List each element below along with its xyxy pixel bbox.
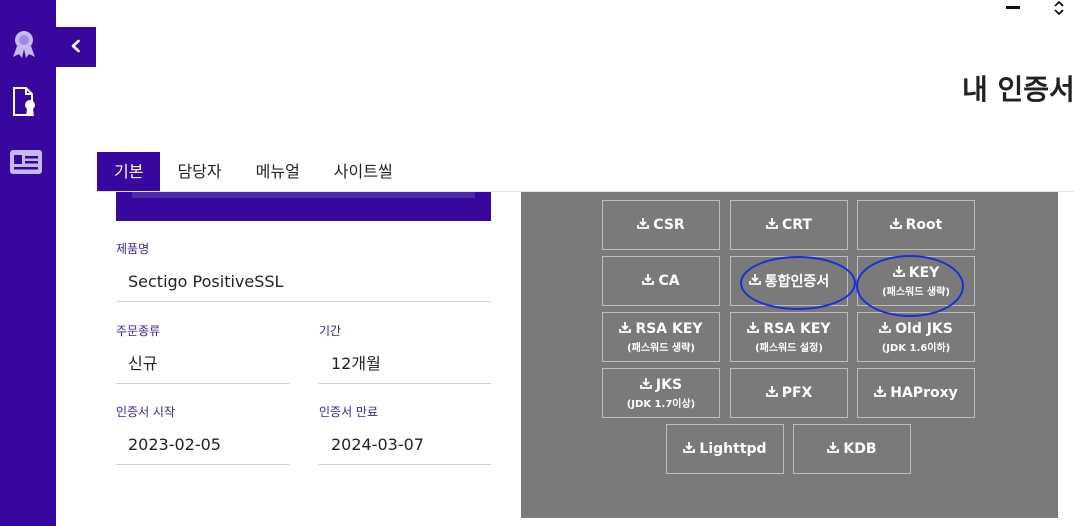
- download-button-label: Lighttpd: [699, 441, 767, 457]
- download-button[interactable]: KDB: [793, 424, 911, 474]
- download-button[interactable]: PFX: [730, 368, 848, 418]
- banner-bar: [132, 192, 475, 198]
- download-icon: [765, 385, 778, 401]
- sidebar: [0, 0, 56, 526]
- download-button-main: CSR: [637, 217, 685, 233]
- tab-manual[interactable]: 메뉴얼: [239, 152, 317, 192]
- certificate-document-icon[interactable]: [8, 86, 40, 118]
- download-button-main: 통합인증서: [748, 271, 830, 291]
- download-button-main: CA: [642, 273, 680, 289]
- cert-end-value: 2024-03-07: [319, 429, 491, 465]
- download-button-label: JKS: [655, 376, 683, 393]
- download-button[interactable]: RSA KEY (패스워드 설정): [730, 312, 848, 362]
- chevron-left-icon: [69, 38, 83, 57]
- download-button-main: Root: [889, 217, 943, 233]
- download-button-main: Old JKS: [879, 321, 953, 337]
- period-label: 기간: [319, 324, 342, 338]
- download-button-label: KEY: [908, 264, 940, 281]
- minus-icon[interactable]: [1006, 6, 1020, 9]
- window-controls: [1000, 0, 1074, 20]
- download-button-main: JKS: [640, 377, 682, 393]
- download-button-label: KDB: [843, 441, 877, 457]
- download-button-label: RSA KEY: [763, 320, 831, 337]
- order-type-label: 주문종류: [116, 324, 161, 338]
- download-button-main: PFX: [765, 385, 813, 401]
- download-button[interactable]: Root: [857, 200, 975, 250]
- download-button-sublabel: (JDK 1.6이하): [881, 342, 951, 354]
- download-icon: [766, 217, 778, 233]
- download-button[interactable]: Lighttpd: [666, 424, 784, 474]
- download-icon: [619, 321, 632, 337]
- download-button[interactable]: KEY (패스워드 생략): [857, 256, 975, 306]
- download-button[interactable]: CRT: [730, 200, 848, 250]
- tab-bar: 기본 담당자 메뉴얼 사이트씰: [97, 152, 410, 192]
- download-button-sublabel: (패스워드 생략): [627, 342, 695, 354]
- download-button-label: CA: [658, 273, 680, 289]
- download-icon: [879, 321, 892, 337]
- download-button-label: 통합인증서: [764, 274, 830, 290]
- download-panel: CSR CRT Root CA 통합인증서 KEY (패스워드 생략) RSA KEY (패스워…: [521, 192, 1058, 518]
- download-button-main: CRT: [766, 217, 812, 233]
- download-icon: [892, 265, 905, 281]
- download-icon: [874, 385, 887, 401]
- download-button-sublabel: (JDK 1.7이상): [626, 398, 696, 410]
- download-button-label: HAProxy: [890, 385, 958, 401]
- up-down-chevron-icon[interactable]: [1052, 0, 1066, 16]
- download-button-main: RSA KEY: [619, 320, 703, 337]
- page-title: 내 인증서: [962, 73, 1074, 106]
- download-icon: [640, 377, 652, 393]
- download-button-label: PFX: [781, 385, 813, 401]
- period-value: 12개월: [319, 348, 491, 384]
- download-button[interactable]: CA: [602, 256, 720, 306]
- download-button-sublabel: (패스워드 설정): [755, 342, 823, 354]
- cert-start-label: 인증서 시작: [116, 405, 176, 419]
- cert-start-value: 2023-02-05: [116, 429, 289, 465]
- download-button-sublabel: (패스워드 생략): [882, 286, 950, 298]
- download-button-main: KEY: [892, 264, 940, 281]
- download-button-label: RSA KEY: [635, 320, 703, 337]
- product-value: Sectigo PositiveSSL: [116, 266, 491, 302]
- download-button[interactable]: CSR: [602, 200, 720, 250]
- download-button[interactable]: Old JKS (JDK 1.6이하): [857, 312, 975, 362]
- download-button[interactable]: HAProxy: [857, 368, 975, 418]
- download-icon: [747, 321, 760, 337]
- tab-contact[interactable]: 담당자: [160, 152, 238, 192]
- download-button[interactable]: RSA KEY (패스워드 생략): [602, 312, 720, 362]
- download-icon: [642, 273, 655, 289]
- download-button-label: CRT: [782, 217, 812, 233]
- order-type-value: 신규: [116, 348, 289, 384]
- download-button[interactable]: 통합인증서: [730, 256, 848, 306]
- download-button-label: Old JKS: [895, 320, 953, 337]
- collapse-sidebar-button[interactable]: [56, 27, 96, 67]
- download-icon: [827, 441, 840, 457]
- download-icon: [889, 217, 902, 233]
- product-label: 제품명: [116, 242, 150, 256]
- download-icon: [748, 273, 761, 289]
- tab-basic[interactable]: 기본: [97, 152, 161, 192]
- download-button-label: CSR: [653, 217, 685, 233]
- download-button-main: RSA KEY: [747, 320, 831, 337]
- award-ribbon-icon[interactable]: [8, 28, 40, 60]
- tab-site-seal[interactable]: 사이트씰: [317, 152, 410, 192]
- cert-end-label: 인증서 만료: [319, 405, 379, 419]
- download-icon: [683, 441, 696, 457]
- download-button-main: Lighttpd: [683, 441, 767, 457]
- info-banner: [116, 192, 491, 221]
- download-button-main: HAProxy: [874, 385, 958, 401]
- download-button-main: KDB: [827, 441, 877, 457]
- download-button-label: Root: [905, 217, 943, 233]
- id-card-icon[interactable]: [8, 146, 44, 178]
- download-icon: [637, 217, 650, 233]
- download-button[interactable]: JKS (JDK 1.7이상): [602, 368, 720, 418]
